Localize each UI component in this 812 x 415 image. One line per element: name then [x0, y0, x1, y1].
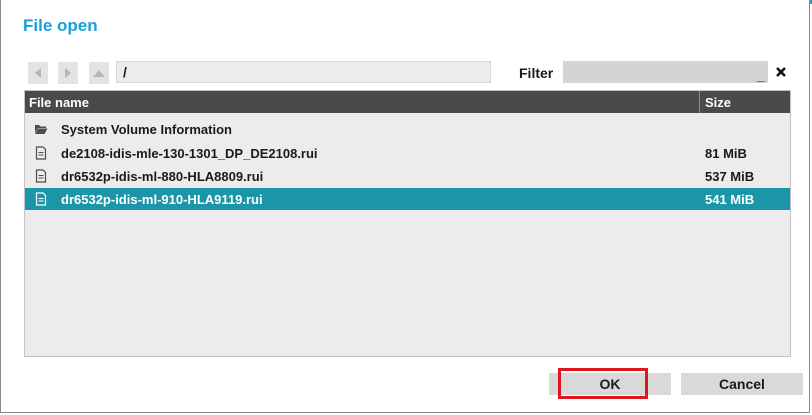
file-name: dr6532p-idis-ml-880-HLA8809.rui [61, 169, 264, 184]
table-row-selected[interactable]: dr6532p-idis-ml-910-HLA9119.rui 541 MiB [25, 188, 790, 210]
up-button[interactable] [89, 62, 109, 84]
path-field[interactable]: / [116, 61, 491, 83]
file-size: 541 MiB [705, 192, 755, 207]
folder-icon [35, 125, 48, 134]
table-row[interactable]: de2108-idis-mle-130-1301_DP_DE2108.rui 8… [25, 142, 790, 164]
back-button[interactable] [28, 62, 48, 84]
file-icon [35, 192, 47, 206]
table-row[interactable]: System Volume Information [25, 118, 790, 140]
file-size: 537 MiB [705, 169, 755, 184]
chevron-right-icon [65, 68, 71, 78]
forward-button[interactable] [58, 62, 78, 84]
cancel-button[interactable]: Cancel [681, 373, 803, 395]
file-name: System Volume Information [61, 122, 232, 137]
chevron-left-icon [35, 68, 41, 78]
dialog-title: File open [23, 16, 98, 35]
path-text: / [123, 64, 127, 80]
filter-caret: _ [757, 67, 765, 83]
up-arrow-icon [93, 70, 105, 77]
column-header-size[interactable]: Size [705, 95, 731, 110]
column-divider[interactable] [699, 91, 700, 113]
file-name: dr6532p-idis-ml-910-HLA9119.rui [61, 192, 263, 207]
filter-label: Filter [519, 65, 554, 81]
ok-button-highlight [558, 368, 648, 399]
column-header-file-name[interactable]: File name [29, 95, 89, 110]
file-icon [35, 169, 47, 183]
table-row[interactable]: dr6532p-idis-ml-880-HLA8809.rui 537 MiB [25, 165, 790, 187]
file-icon [35, 146, 47, 160]
file-open-dialog: File open / Filter _ File name Size Syst [0, 0, 810, 413]
file-name: de2108-idis-mle-130-1301_DP_DE2108.rui [61, 146, 318, 161]
file-list-header: File name Size [25, 91, 790, 113]
close-icon [776, 67, 786, 77]
file-list[interactable]: File name Size System Volume Information… [24, 90, 791, 357]
filter-clear-button[interactable] [771, 61, 791, 83]
filter-input[interactable] [563, 61, 768, 83]
file-size: 81 MiB [705, 146, 747, 161]
